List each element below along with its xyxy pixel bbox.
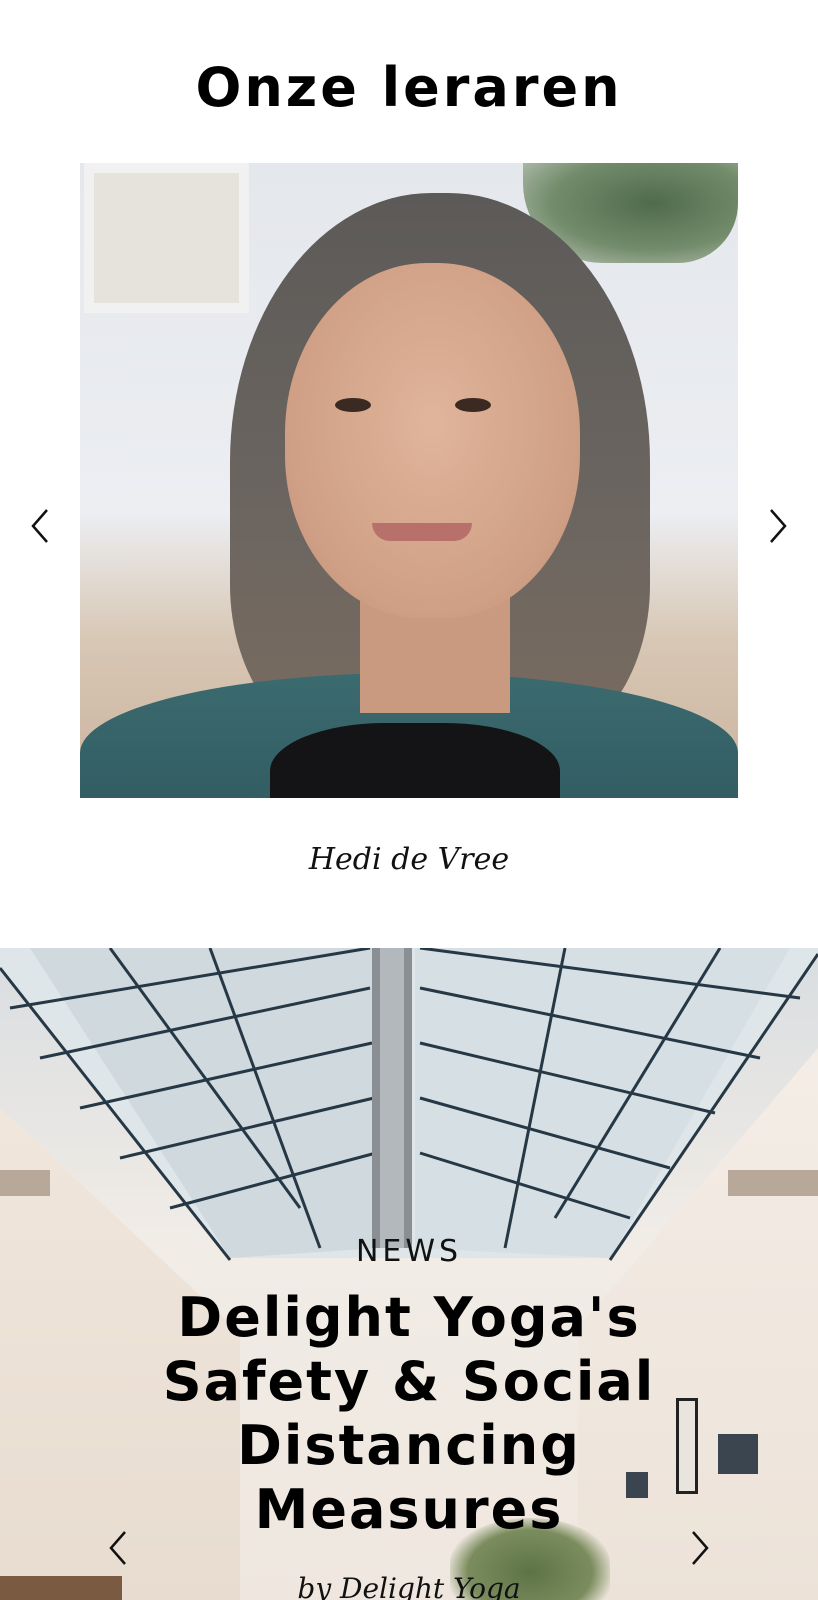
news-prev-button[interactable] [102, 1526, 134, 1570]
news-hero[interactable]: NEWS Delight Yoga's Safety & Social Dist… [0, 948, 818, 1600]
teacher-photo[interactable] [80, 163, 738, 798]
eye [455, 398, 491, 412]
wall-frame [84, 163, 249, 313]
chevron-right-icon [770, 509, 787, 543]
shirt [270, 723, 560, 798]
teachers-section: Onze leraren Hedi de Vree [0, 0, 818, 948]
chevron-left-icon [109, 1531, 126, 1565]
teacher-name[interactable]: Hedi de Vree [0, 842, 818, 877]
face [285, 263, 580, 618]
section-title: Onze leraren [195, 56, 623, 119]
eye [335, 398, 371, 412]
chevron-left-icon [31, 509, 48, 543]
chevron-right-icon [692, 1531, 709, 1565]
mouth [372, 523, 472, 541]
news-next-button[interactable] [684, 1526, 716, 1570]
news-content: NEWS Delight Yoga's Safety & Social Dist… [0, 948, 818, 1600]
teacher-prev-button[interactable] [24, 504, 56, 548]
news-author: by Delight Yoga [297, 1572, 521, 1600]
news-category: NEWS [355, 1234, 463, 1269]
teacher-next-button[interactable] [762, 504, 794, 548]
news-headline[interactable]: Delight Yoga's Safety & Social Distancin… [120, 1286, 698, 1542]
